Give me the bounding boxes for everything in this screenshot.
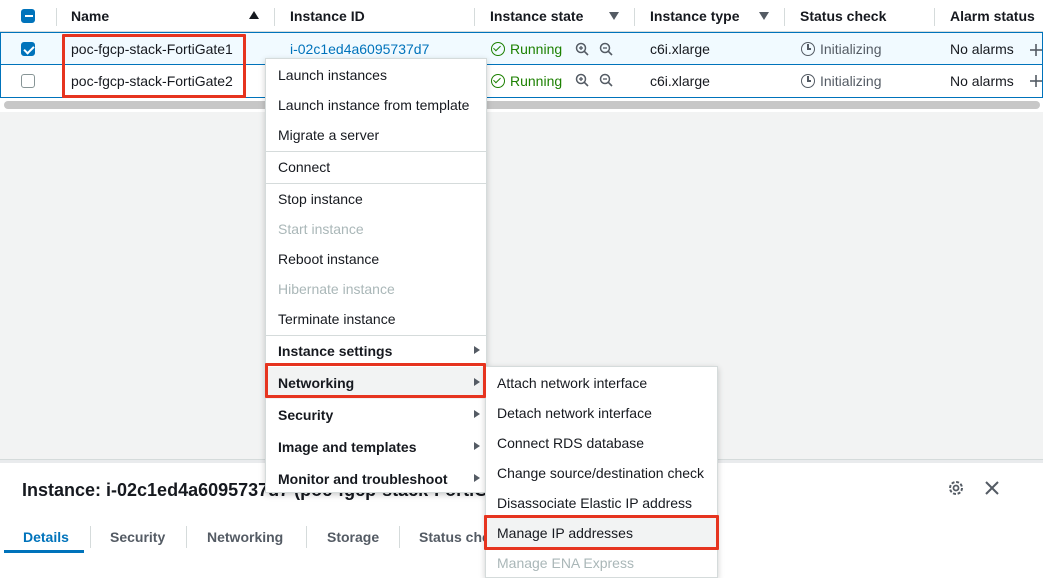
submenu-item-source-dest-check[interactable]: Change source/destination check <box>486 458 717 488</box>
instances-table: Name Instance ID Instance state Instance… <box>0 0 1043 112</box>
running-status-icon <box>491 74 505 88</box>
add-alarm-icon[interactable] <box>1029 43 1043 57</box>
table-row[interactable]: poc-fgcp-stack-FortiGate1 i-02c1ed4a6095… <box>0 32 1043 65</box>
column-divider <box>274 8 275 26</box>
alarm-status: No alarms <box>950 73 1014 89</box>
filter-caret-icon[interactable] <box>759 12 769 20</box>
instance-name: poc-fgcp-stack-FortiGate1 <box>71 41 233 57</box>
menu-item-migrate-server[interactable]: Migrate a server <box>266 120 486 150</box>
horizontal-scrollbar[interactable] <box>4 101 1040 109</box>
chevron-right-icon <box>474 474 480 482</box>
chevron-right-icon <box>474 410 480 418</box>
active-tab-indicator <box>4 550 84 553</box>
column-header-status-check[interactable]: Status check <box>800 0 886 32</box>
column-divider <box>784 8 785 26</box>
submenu-item-attach-network-interface[interactable]: Attach network interface <box>486 368 717 398</box>
add-alarm-icon[interactable] <box>1029 74 1043 88</box>
column-header-instance-id[interactable]: Instance ID <box>290 0 365 32</box>
column-header-alarm-status[interactable]: Alarm status <box>950 0 1035 32</box>
column-header-instance-type[interactable]: Instance type <box>650 0 739 32</box>
table-row[interactable]: poc-fgcp-stack-FortiGate2 Running c6i.xl… <box>0 65 1043 98</box>
menu-item-security[interactable]: Security <box>266 399 486 431</box>
zoom-in-icon[interactable] <box>575 42 589 56</box>
menu-item-stop-instance[interactable]: Stop instance <box>266 184 486 214</box>
status-check: Initializing <box>820 41 882 57</box>
menu-item-start-instance: Start instance <box>278 221 364 237</box>
chevron-right-icon <box>474 346 480 354</box>
tab-storage[interactable]: Storage <box>327 529 379 545</box>
tab-divider <box>399 526 400 548</box>
gear-icon[interactable] <box>947 479 965 497</box>
running-status-icon <box>491 42 505 56</box>
tab-security[interactable]: Security <box>110 529 165 545</box>
submenu-item-manage-ena-express: Manage ENA Express <box>497 555 634 571</box>
clock-icon <box>801 42 815 56</box>
status-check: Initializing <box>820 73 882 89</box>
instance-type: c6i.xlarge <box>650 41 710 57</box>
table-header: Name Instance ID Instance state Instance… <box>0 0 1043 32</box>
submenu-item-detach-network-interface[interactable]: Detach network interface <box>486 398 717 428</box>
zoom-out-icon[interactable] <box>599 73 613 87</box>
menu-item-terminate-instance[interactable]: Terminate instance <box>266 304 486 334</box>
column-header-name[interactable]: Name <box>71 0 109 32</box>
menu-item-monitor-troubleshoot[interactable]: Monitor and troubleshoot <box>266 463 486 495</box>
column-divider <box>474 8 475 26</box>
networking-submenu: Attach network interface Detach network … <box>485 366 718 578</box>
select-all-checkbox[interactable] <box>21 9 35 23</box>
filter-caret-icon[interactable] <box>609 12 619 20</box>
row-checkbox[interactable] <box>21 74 35 88</box>
tab-divider <box>90 526 91 548</box>
alarm-status: No alarms <box>950 41 1014 57</box>
menu-item-launch-from-template[interactable]: Launch instance from template <box>266 90 486 120</box>
menu-item-reboot-instance[interactable]: Reboot instance <box>266 244 486 274</box>
instance-state: Running <box>510 41 563 57</box>
tab-details[interactable]: Details <box>23 529 69 545</box>
menu-item-image-templates[interactable]: Image and templates <box>266 431 486 463</box>
zoom-out-icon[interactable] <box>599 42 613 56</box>
menu-item-instance-settings[interactable]: Instance settings <box>266 335 486 367</box>
tab-networking[interactable]: Networking <box>207 529 283 545</box>
submenu-item-connect-rds[interactable]: Connect RDS database <box>486 428 717 458</box>
menu-item-hibernate-instance: Hibernate instance <box>278 281 395 297</box>
submenu-item-manage-ip-addresses[interactable]: Manage IP addresses <box>486 518 717 548</box>
column-divider <box>56 8 57 26</box>
row-checkbox[interactable] <box>21 42 35 56</box>
instance-type: c6i.xlarge <box>650 73 710 89</box>
column-divider <box>934 8 935 26</box>
tab-divider <box>306 526 307 548</box>
instance-name: poc-fgcp-stack-FortiGate2 <box>71 73 233 89</box>
zoom-in-icon[interactable] <box>575 73 589 87</box>
menu-item-connect[interactable]: Connect <box>266 152 486 182</box>
sort-ascending-icon[interactable] <box>249 11 259 19</box>
close-icon[interactable] <box>983 479 1001 497</box>
menu-item-label: Image and templates <box>278 439 417 455</box>
menu-item-launch-instances[interactable]: Launch instances <box>266 60 486 90</box>
chevron-right-icon <box>474 442 480 450</box>
clock-icon <box>801 74 815 88</box>
column-header-instance-state[interactable]: Instance state <box>490 0 583 32</box>
menu-item-networking[interactable]: Networking <box>266 367 486 399</box>
menu-item-label: Instance settings <box>278 343 393 359</box>
chevron-right-icon <box>474 378 480 386</box>
submenu-item-disassociate-eip[interactable]: Disassociate Elastic IP address <box>486 488 717 518</box>
instance-state: Running <box>510 73 563 89</box>
menu-item-label: Networking <box>278 375 355 391</box>
menu-item-label: Security <box>278 407 334 423</box>
context-menu: Launch instances Launch instance from te… <box>265 58 487 493</box>
column-divider <box>634 8 635 26</box>
tab-divider <box>186 526 187 548</box>
menu-item-label: Monitor and troubleshoot <box>278 471 448 487</box>
